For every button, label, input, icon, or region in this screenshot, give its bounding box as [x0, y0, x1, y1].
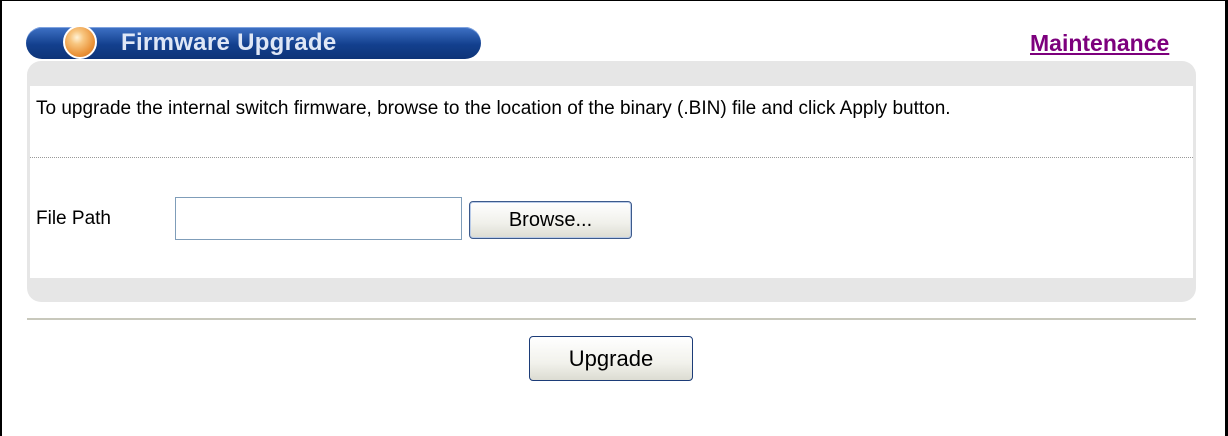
browse-button[interactable]: Browse... [469, 201, 632, 239]
orb-icon [63, 25, 97, 59]
page-title-bar: Firmware Upgrade [26, 25, 481, 59]
dotted-divider [30, 157, 1193, 158]
file-path-label: File Path [36, 208, 111, 229]
section-separator [27, 318, 1196, 320]
window-frame-left [0, 0, 2, 436]
file-path-input[interactable] [175, 197, 462, 240]
page-title: Firmware Upgrade [121, 29, 337, 56]
upgrade-button[interactable]: Upgrade [529, 336, 693, 381]
window-frame-top [0, 0, 1228, 1]
maintenance-link[interactable]: Maintenance [1030, 30, 1169, 57]
instruction-text: To upgrade the internal switch firmware,… [36, 98, 951, 119]
